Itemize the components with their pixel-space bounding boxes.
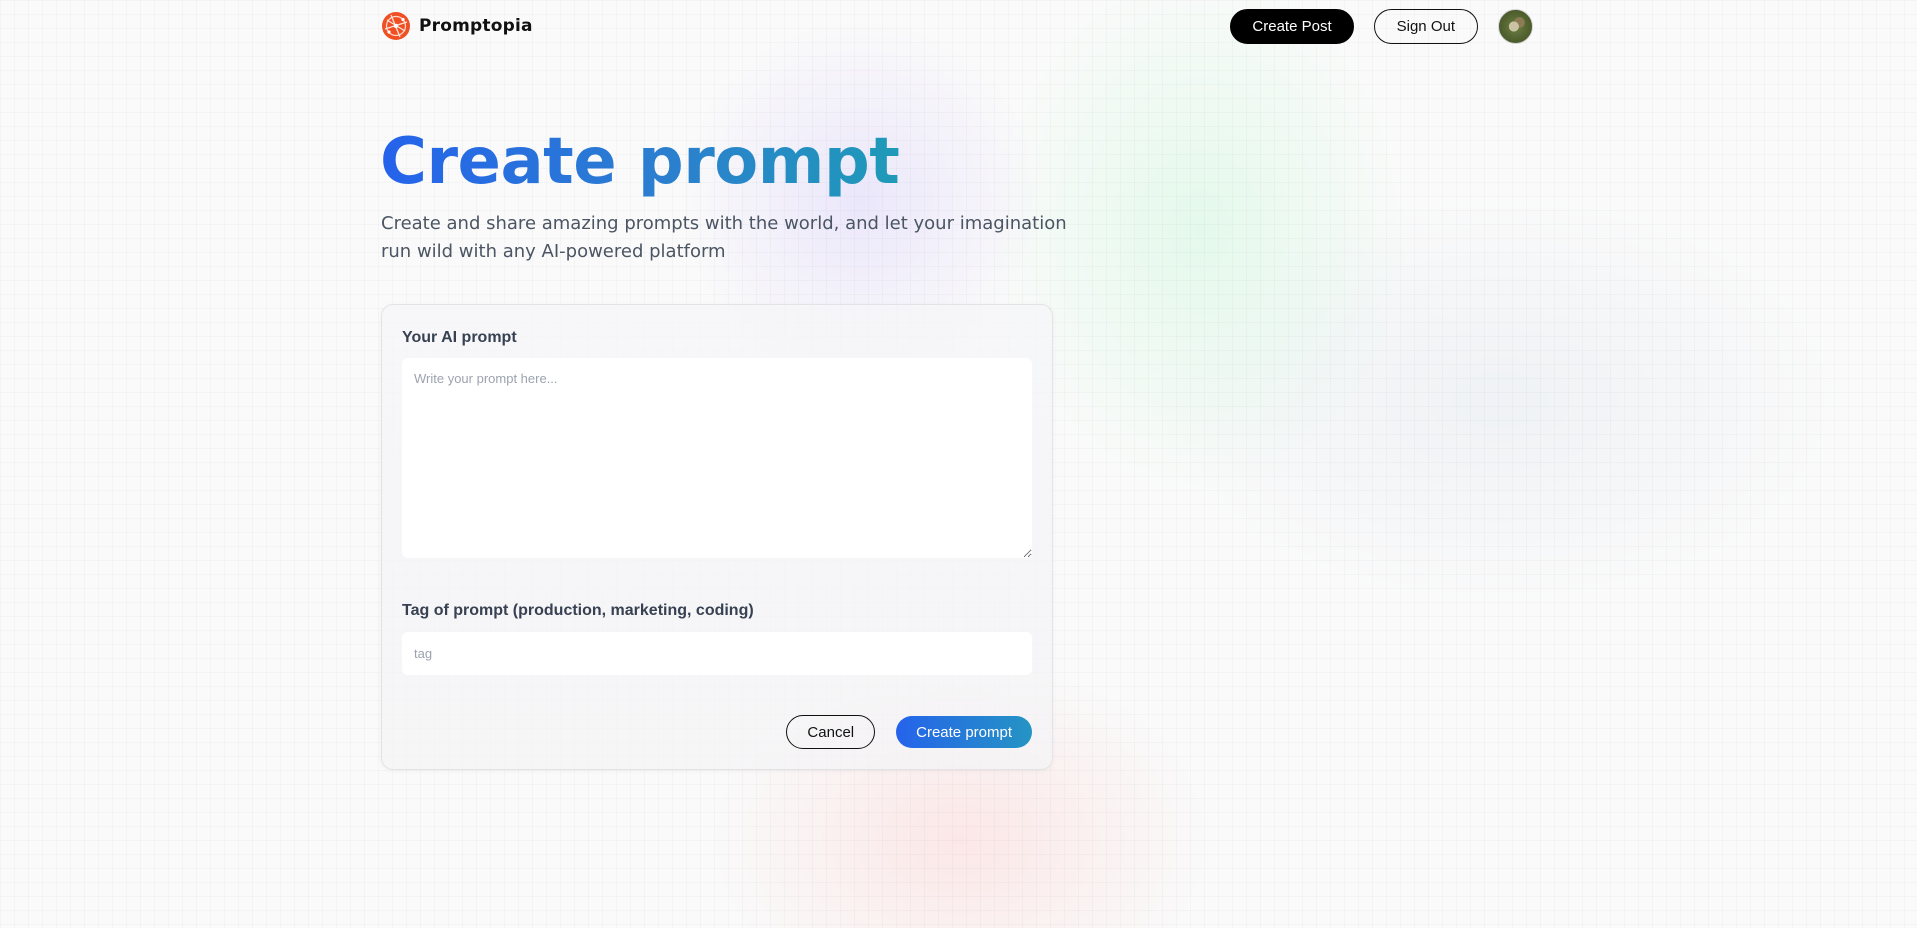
nav-actions: Create Post Sign Out: [1230, 9, 1533, 44]
top-nav: Promptopia Create Post Sign Out: [381, 0, 1533, 54]
page-description: Create and share amazing prompts with th…: [381, 213, 1067, 262]
page-title: Create prompt: [380, 125, 900, 199]
brand[interactable]: Promptopia: [381, 11, 533, 41]
create-prompt-form: Your AI prompt Tag of prompt (production…: [381, 304, 1053, 770]
tag-input[interactable]: [402, 632, 1032, 675]
user-avatar-icon[interactable]: [1498, 9, 1533, 44]
tag-field-label: Tag of prompt (production, marketing, co…: [402, 602, 754, 619]
sign-out-button[interactable]: Sign Out: [1373, 9, 1478, 44]
cancel-button[interactable]: Cancel: [786, 715, 876, 749]
promptopia-logo-icon: [382, 12, 410, 40]
form-actions: Cancel Create prompt: [786, 715, 1032, 749]
create-post-button[interactable]: Create Post: [1230, 9, 1354, 44]
prompt-field-label: Your AI prompt: [402, 329, 517, 346]
brand-name: Promptopia: [419, 16, 533, 36]
prompt-textarea[interactable]: [402, 358, 1032, 558]
create-prompt-button[interactable]: Create prompt: [896, 716, 1032, 748]
